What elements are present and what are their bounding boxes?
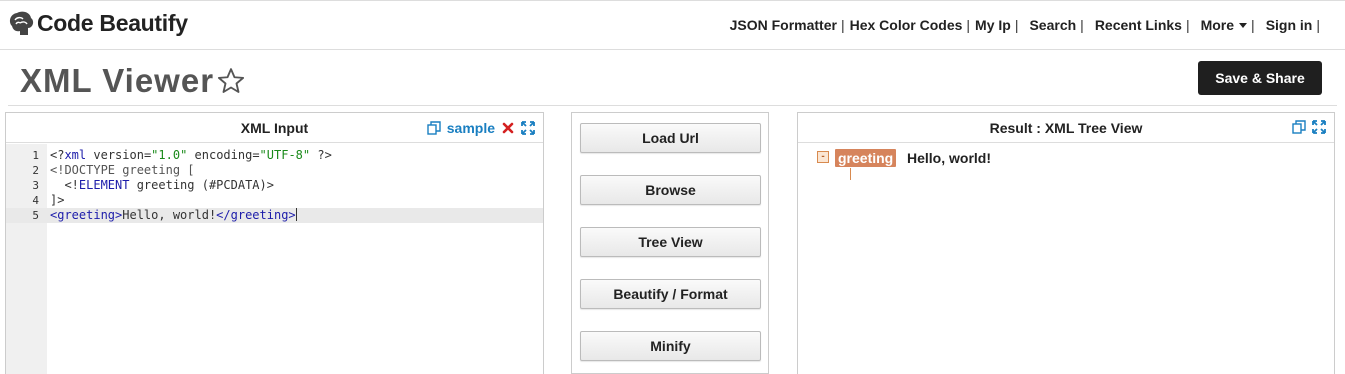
collapse-toggle[interactable]: - (817, 151, 829, 163)
site-header: Code Beautify JSON Formatter | Hex Color… (0, 0, 1345, 50)
chevron-down-icon (1239, 23, 1248, 28)
line-number: 4 (32, 194, 39, 207)
nav-more-dropdown[interactable]: More (1200, 17, 1248, 33)
code-text: <!DOCTYPE greeting [ (50, 163, 195, 177)
nav-separator: | (1014, 17, 1019, 33)
code-text: <!ELEMENT greeting (#PCDATA)> (50, 178, 274, 192)
browse-button[interactable]: Browse (580, 175, 761, 205)
code-line: 3 <!ELEMENT greeting (#PCDATA)> (6, 178, 543, 193)
nav-separator: | (1080, 17, 1084, 33)
input-tools: sample (427, 120, 535, 136)
line-number: 5 (32, 209, 39, 222)
save-share-button[interactable]: Save & Share (1198, 61, 1322, 95)
copy-icon[interactable] (427, 121, 441, 135)
logo-text: Code Beautify (37, 9, 188, 36)
nav-separator: | (1185, 17, 1190, 33)
code-text: ]> (50, 193, 65, 207)
star-icon[interactable] (216, 66, 246, 96)
code-line: 4 ]> (6, 193, 543, 208)
tree-guide-line (850, 168, 851, 180)
clear-icon[interactable] (501, 121, 515, 135)
load-url-button[interactable]: Load Url (580, 123, 761, 153)
nav-separator: | (1316, 17, 1320, 33)
beautify-format-button[interactable]: Beautify / Format (580, 279, 761, 309)
nav-hex-color-codes[interactable]: Hex Color Codes (850, 17, 963, 33)
text-cursor (295, 208, 297, 221)
result-panel: Result : XML Tree View - greeting Hello,… (797, 112, 1335, 374)
nav-recent-links[interactable]: Recent Links (1095, 17, 1182, 33)
logo[interactable]: Code Beautify (6, 8, 188, 38)
result-title: Result : XML Tree View (989, 119, 1143, 136)
code-line: 2 <!DOCTYPE greeting [ (6, 163, 543, 178)
xml-input-panel: XML Input sample 1 <?xml version="1.0" e… (5, 112, 544, 374)
code-text: <greeting>Hello, world!</greeting> (50, 208, 297, 222)
page-title-text: XML Viewer (20, 62, 215, 99)
nav-my-ip[interactable]: My Ip (975, 17, 1011, 33)
xml-input-editor[interactable]: 1 <?xml version="1.0" encoding="UTF-8" ?… (6, 144, 543, 374)
fullscreen-icon[interactable] (1312, 120, 1326, 134)
nav-json-formatter[interactable]: JSON Formatter (730, 17, 837, 33)
tree-node-tag[interactable]: greeting (835, 149, 897, 167)
nav-separator: | (840, 17, 845, 33)
nav-more-label: More (1200, 17, 1235, 33)
title-row: XML Viewer Save & Share (0, 50, 1345, 106)
sample-link[interactable]: sample (447, 120, 495, 136)
title-divider (8, 105, 1337, 106)
code-line: 1 <?xml version="1.0" encoding="UTF-8" ?… (6, 148, 543, 163)
line-number: 2 (32, 164, 39, 177)
tree-view-button[interactable]: Tree View (580, 227, 761, 257)
result-tools (1292, 120, 1326, 134)
line-number: 3 (32, 179, 39, 192)
line-number: 1 (32, 149, 39, 162)
nav-search[interactable]: Search (1029, 17, 1076, 33)
nav-sign-in[interactable]: Sign in (1266, 17, 1313, 33)
nav-separator: | (1251, 17, 1255, 33)
brain-logo-icon (9, 11, 34, 35)
page-title: XML Viewer (20, 62, 246, 100)
nav-separator: | (966, 17, 971, 33)
code-line-active: 5 <greeting>Hello, world!</greeting> (6, 208, 543, 223)
copy-icon[interactable] (1292, 120, 1306, 134)
xml-input-title: XML Input (240, 119, 309, 136)
fullscreen-icon[interactable] (521, 121, 535, 135)
minify-button[interactable]: Minify (580, 331, 761, 361)
tree-node-value: Hello, world! (907, 150, 991, 166)
top-nav: JSON Formatter | Hex Color Codes | My Ip… (730, 17, 1325, 33)
action-panel: Load Url Browse Tree View Beautify / For… (571, 112, 769, 374)
xml-tree-view: - greeting Hello, world! (798, 144, 1334, 374)
code-text: <?xml version="1.0" encoding="UTF-8" ?> (50, 148, 332, 162)
result-header: Result : XML Tree View (798, 113, 1334, 143)
xml-input-header: XML Input sample (6, 113, 543, 143)
